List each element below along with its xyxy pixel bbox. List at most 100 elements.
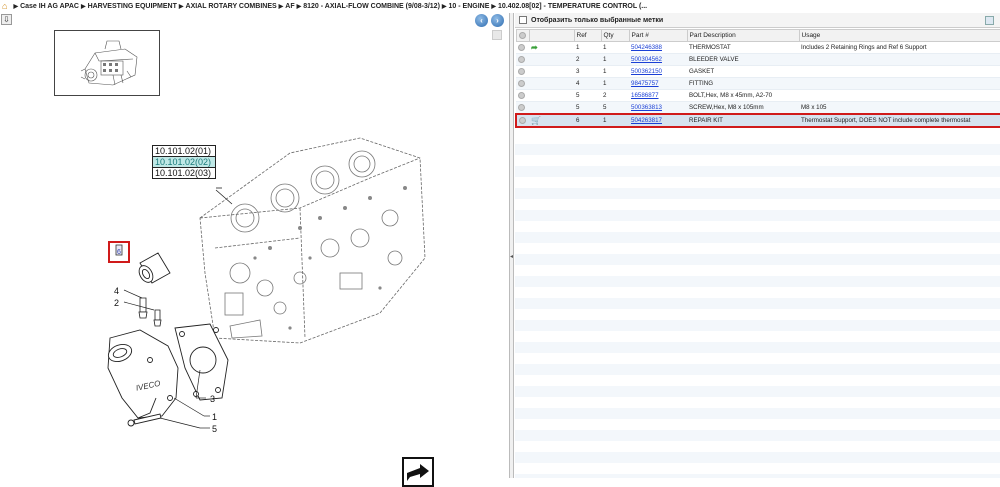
cell-description: SCREW,Hex, M8 x 105mm [687,101,799,115]
breadcrumb-item[interactable]: 10 - ENGINE [449,3,490,10]
breadcrumb-item[interactable]: Case IH AG APAC [20,3,79,10]
row-select[interactable] [516,77,529,90]
part-number-link[interactable]: 16586877 [631,92,659,99]
cell-qty: 1 [601,77,629,90]
part-number-link[interactable]: 504246388 [631,44,662,51]
cell-usage [799,89,1000,102]
ref-label-1: 1 [212,412,217,422]
row-icon-cell [529,65,574,78]
part-number-link[interactable]: 500363813 [631,104,662,111]
ref-label-3: 3 [210,394,215,404]
chevron-right-icon: ▶ [491,3,497,10]
ref-6-highlight [108,241,130,263]
cell-description: BLEEDER VALVE [687,53,799,66]
row-select[interactable] [516,53,529,66]
page-turn-arrow-icon [407,464,429,481]
cell-qty: 1 [601,113,629,128]
chevron-right-icon: ▶ [296,3,302,10]
chevron-right-icon: ▶ [178,3,184,10]
breadcrumb: ⌂ ▶ Case IH AG APAC ▶ HARVESTING EQUIPME… [0,0,1000,12]
part-number-link[interactable]: 504263817 [631,117,662,124]
table-row[interactable]: 4 1 98475757 FITTING [516,77,1000,90]
row-icon-cell [529,89,574,102]
column-header-part[interactable]: Part # [628,29,688,42]
row-icon-cell [529,53,574,66]
exploded-parts-drawing: IVECO 4 2 3 1 5 6 [107,137,426,434]
column-header-description[interactable]: Part Description [686,29,800,42]
diagram-scroll-handle[interactable] [492,30,502,40]
cell-ref: 4 [574,77,601,90]
engine-thumbnail-drawing [80,40,138,86]
row-icon-cell [529,101,574,115]
green-arrow-icon[interactable]: ➦ [531,43,538,52]
column-header-qty[interactable]: Qty [600,29,630,42]
row-select[interactable] [516,65,529,78]
column-header-ref[interactable]: Ref [573,29,602,42]
row-radio[interactable] [518,92,525,99]
cell-qty: 1 [601,41,629,54]
engine-thumbnail[interactable] [54,30,160,96]
cell-ref: 3 [574,65,601,78]
part-number-link[interactable]: 98475757 [631,80,659,87]
cell-ref: 5 [574,89,601,102]
pane-splitter[interactable]: ◂ [510,13,514,478]
cell-description: THERMOSTAT [687,41,799,54]
column-header-select[interactable] [515,29,530,42]
table-row[interactable]: ➦ 1 1 504246388 THERMOSTAT Includes 2 Re… [516,41,1000,54]
row-icon-cell: 🛒 [529,113,574,128]
collapse-left-icon[interactable]: ◂ [510,253,514,261]
select-all-icon[interactable] [518,32,526,39]
table-row[interactable]: 5 2 16586877 BOLT,Hex, M8 x 45mm, A2-70 [516,89,1000,102]
breadcrumb-item[interactable]: AF [285,3,294,10]
row-radio[interactable] [518,80,525,87]
row-select[interactable] [516,41,529,54]
row-radio[interactable] [518,68,525,75]
download-icon[interactable]: ⇩ [1,14,12,25]
part-number-link[interactable]: 500362150 [631,68,662,75]
row-radio[interactable] [518,56,525,63]
grid-options-icon[interactable] [985,16,994,25]
cart-icon[interactable]: 🛒 [531,116,541,125]
table-row[interactable]: 2 1 500304562 BLEEDER VALVE [516,53,1000,66]
row-radio[interactable] [519,117,526,124]
cell-qty: 1 [601,53,629,66]
breadcrumb-item[interactable]: 8120 - AXIAL-FLOW COMBINE (9/08-3/12) [303,3,440,10]
cell-description: GASKET [687,65,799,78]
show-selected-only-checkbox[interactable] [519,16,527,24]
cell-usage [799,53,1000,66]
cell-description: FITTING [687,77,799,90]
page-turn-button[interactable] [402,457,434,487]
previous-page-button[interactable]: ‹ [475,14,488,27]
cell-usage: Includes 2 Retaining Rings and Ref 6 Sup… [799,41,1000,54]
filter-bar: Отобразить только выбранные метки [515,13,1000,28]
chevron-right-icon: ▶ [278,3,284,10]
row-select[interactable] [515,113,529,128]
chevron-right-icon: ▶ [13,3,19,10]
cell-usage [799,65,1000,78]
row-select[interactable] [516,89,529,102]
column-header-icons [528,29,575,42]
table-row[interactable]: 5 5 500363813 SCREW,Hex, M8 x 105mm M8 x… [516,101,1000,115]
row-icon-cell [529,77,574,90]
cell-usage: Thermostat Support, DOES NOT include com… [799,113,1000,128]
parts-list-pane: Отобразить только выбранные метки Ref Qt… [515,13,1000,478]
diagram-toolbar: ⇩ ‹ › [0,13,510,28]
diagram-pane: ⇩ ‹ › IVECO 4 2 3 1 5 6 10.101.02(01) 10… [0,13,510,487]
column-header-usage[interactable]: Usage [798,29,1000,42]
breadcrumb-current: 10.402.08[02] - TEMPERATURE CONTROL (... [498,2,648,10]
callout-link[interactable]: 10.101.02(03) [152,167,216,179]
home-icon[interactable]: ⌂ [2,1,7,11]
chevron-right-icon: ▶ [80,3,86,10]
breadcrumb-item[interactable]: AXIAL ROTARY COMBINES [186,3,277,10]
next-page-nav-button[interactable]: › [491,14,504,27]
cell-ref: 5 [574,101,601,115]
table-row[interactable]: 3 1 500362150 GASKET [516,65,1000,78]
cell-usage [799,77,1000,90]
row-radio[interactable] [518,44,525,51]
breadcrumb-item[interactable]: HARVESTING EQUIPMENT [88,3,177,10]
row-select[interactable] [516,101,529,115]
cell-qty: 2 [601,89,629,102]
table-row-selected[interactable]: 🛒 6 1 504263817 REPAIR KIT Thermostat Su… [515,113,1000,128]
part-number-link[interactable]: 500304562 [631,56,662,63]
row-radio[interactable] [518,104,525,111]
